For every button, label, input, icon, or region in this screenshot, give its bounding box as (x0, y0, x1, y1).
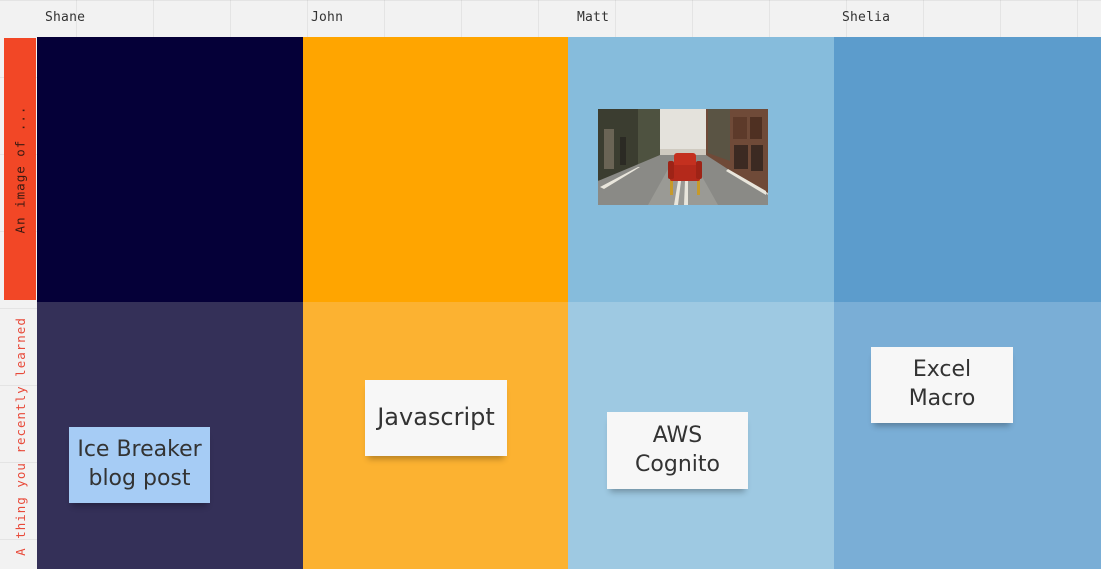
row-header-image-label: An image of ... (12, 105, 28, 233)
column-header-matt[interactable]: Matt (577, 10, 609, 25)
sticky-note-matt[interactable]: AWS Cognito (607, 412, 748, 489)
sticky-note-john[interactable]: Javascript (365, 380, 507, 456)
sticky-note-john-text: Javascript (377, 403, 495, 432)
armchair-street-image[interactable] (598, 109, 768, 205)
sticky-note-shane-text: Ice Breaker blog post (77, 437, 202, 491)
cell-shelia-learned[interactable] (834, 302, 1101, 569)
column-header-shane[interactable]: Shane (45, 10, 85, 25)
column-header-shelia[interactable]: Shelia (842, 10, 890, 25)
sticky-note-shelia[interactable]: Excel Macro (871, 347, 1013, 423)
cell-shane-image[interactable] (37, 37, 303, 302)
sticky-note-matt-text: AWS Cognito (635, 422, 720, 477)
cell-john-image[interactable] (303, 37, 568, 302)
row-header-learned-label: A thing you recently learned (12, 316, 28, 556)
sticky-note-shelia-text: Excel Macro (908, 357, 976, 411)
sticky-note-shane[interactable]: Ice Breaker blog post (69, 427, 210, 503)
armchair-street-photo (598, 109, 768, 205)
row-header-image[interactable]: An image of ... (4, 38, 36, 300)
row-header-learned[interactable]: A thing you recently learned (4, 304, 36, 568)
cell-shelia-image[interactable] (834, 37, 1101, 302)
column-header-john[interactable]: John (311, 10, 343, 25)
